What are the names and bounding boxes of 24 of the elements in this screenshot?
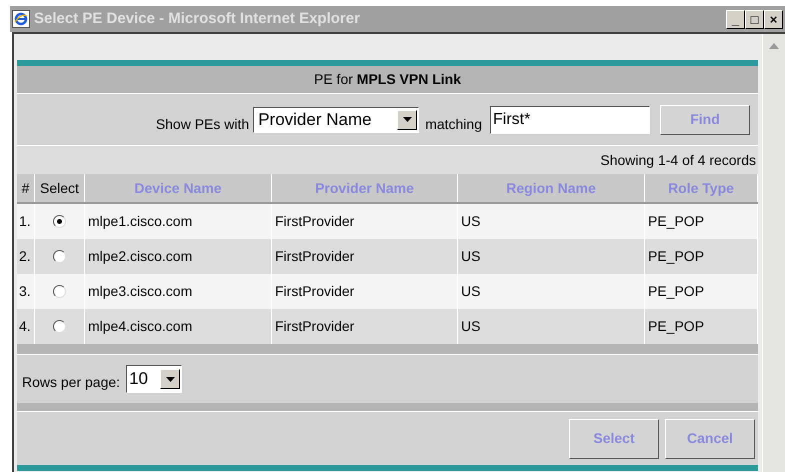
rows-per-page-dropdown[interactable]: 10 bbox=[126, 365, 182, 393]
filter-label: Show PEs with bbox=[156, 115, 250, 134]
column-header: # bbox=[17, 174, 35, 202]
radio-button[interactable] bbox=[53, 215, 66, 228]
rows-per-page-label: Rows per page: bbox=[22, 372, 120, 392]
panel-heading: PE for MPLS VPN Link bbox=[314, 70, 462, 89]
field-dropdown[interactable]: Provider Name bbox=[253, 106, 420, 132]
column-header: Provider Name bbox=[272, 174, 458, 202]
column-header: Select bbox=[35, 174, 85, 202]
radio-button[interactable] bbox=[53, 285, 66, 298]
window-title: Select PE Device - Microsoft Internet Explorer bbox=[34, 8, 360, 29]
column-header: Device Name bbox=[85, 174, 272, 202]
close-button[interactable]: × bbox=[764, 10, 783, 28]
scrollbar[interactable] bbox=[762, 34, 785, 472]
maximize-button[interactable]: □ bbox=[745, 10, 764, 28]
record-count: Showing 1-4 of 4 records bbox=[600, 150, 756, 170]
column-header: Region Name bbox=[458, 174, 645, 202]
minimize-button[interactable]: _ bbox=[726, 10, 745, 28]
radio-button[interactable] bbox=[53, 320, 66, 333]
browser-icon bbox=[12, 10, 30, 28]
matching-label: matching bbox=[425, 115, 482, 134]
search-field[interactable]: First* bbox=[490, 106, 650, 134]
column-header: Role Type bbox=[645, 174, 758, 202]
radio-button[interactable] bbox=[53, 250, 66, 263]
